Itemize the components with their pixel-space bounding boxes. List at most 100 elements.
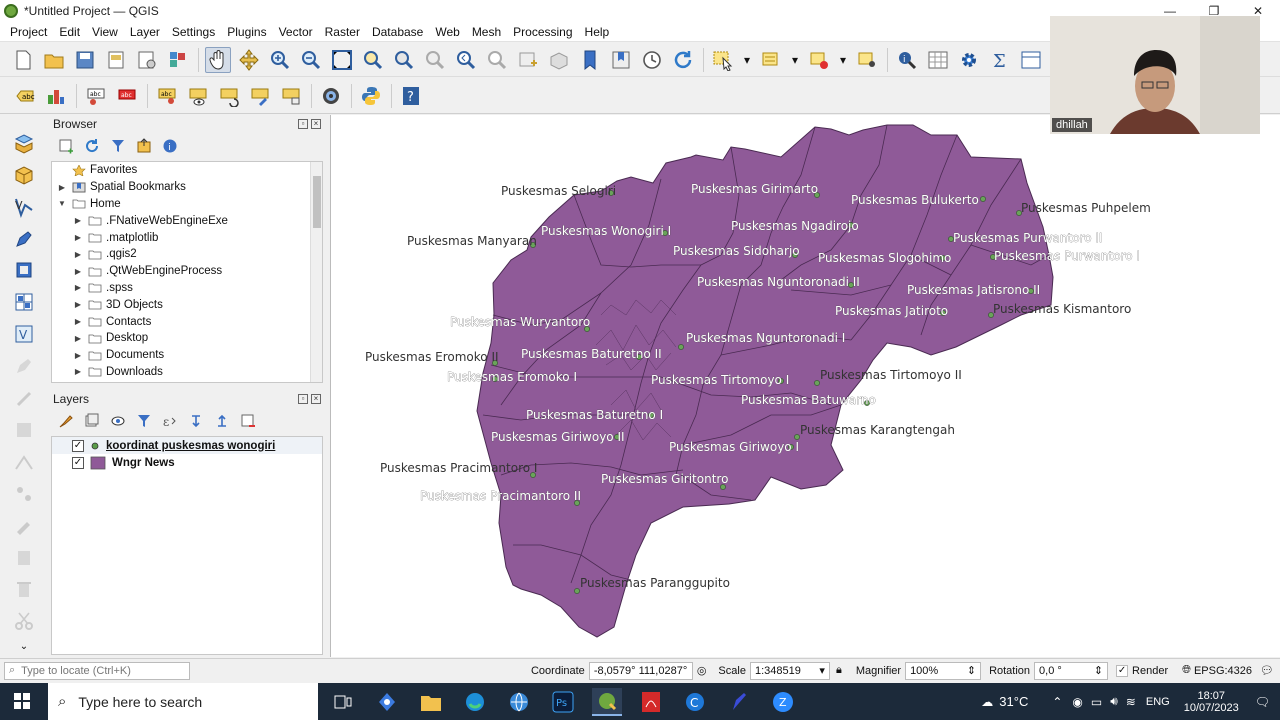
disabled-edit-icon[interactable] [11, 353, 37, 379]
puskesmas-point[interactable] [574, 588, 580, 594]
menu-vector[interactable]: Vector [273, 25, 319, 39]
layer-item-koordinat[interactable]: ✓ koordinat puskesmas wonogiri [52, 437, 322, 454]
pan-to-selection-icon[interactable] [236, 47, 262, 73]
taskbar-search-box[interactable]: ⌕ Type here to search [48, 683, 318, 720]
zoom-to-layer-icon[interactable] [391, 47, 417, 73]
measure-table-icon[interactable] [1018, 47, 1044, 73]
menu-raster[interactable]: Raster [319, 25, 366, 39]
battery-icon[interactable]: ▭ [1091, 695, 1102, 709]
identify-features-icon[interactable]: i [894, 47, 920, 73]
close-panel-icon[interactable]: × [311, 394, 321, 404]
new-project-icon[interactable] [10, 47, 36, 73]
disabled-cut-icon[interactable] [11, 608, 37, 634]
toolbox-gear-icon[interactable] [956, 47, 982, 73]
digitize-pencil-icon[interactable] [11, 226, 37, 252]
menu-edit[interactable]: Edit [53, 25, 86, 39]
browser-tree-item[interactable]: ▶ 3D Objects [52, 296, 322, 313]
temporal-controller-icon[interactable] [639, 47, 665, 73]
crs-button[interactable]: EPSG:4326 [1194, 665, 1252, 677]
collapse-layers-icon[interactable] [212, 411, 232, 431]
collapse-arrow-icon[interactable]: ▶ [72, 250, 84, 259]
browser-tree-item[interactable]: Favorites [52, 162, 322, 179]
select-features-icon[interactable] [710, 47, 736, 73]
disabled-points-icon[interactable] [11, 481, 37, 507]
layer-diagram-icon[interactable] [43, 83, 69, 109]
menu-web[interactable]: Web [429, 25, 465, 39]
pan-hand-icon[interactable] [205, 46, 231, 73]
app-blue-diamond-icon[interactable] [372, 688, 402, 716]
add-mesh-icon[interactable] [11, 289, 37, 315]
browser-tree-item[interactable]: ▶ Downloads [52, 364, 322, 381]
chevron-down-icon[interactable]: ⌄ [11, 640, 37, 654]
menu-settings[interactable]: Settings [166, 25, 221, 39]
refresh-icon[interactable] [670, 47, 696, 73]
crs-globe-icon[interactable]: 🌐︎ [1182, 664, 1191, 677]
globe-app-icon[interactable] [504, 688, 534, 716]
browser-scrollbar[interactable] [310, 162, 322, 382]
select-by-value-icon[interactable] [758, 47, 784, 73]
collapse-arrow-icon[interactable]: ▶ [72, 233, 84, 242]
filter-expression-icon[interactable]: ε [160, 411, 180, 431]
collapse-arrow-icon[interactable]: ▶ [72, 317, 84, 326]
zoom-out-icon[interactable] [298, 47, 324, 73]
new-map-view-icon[interactable] [515, 47, 541, 73]
filter-legend-icon[interactable] [134, 411, 154, 431]
show-bookmarks-icon[interactable] [608, 47, 634, 73]
map-svg[interactable]: Puskesmas Selogiri Puskesmas Girimarto Pus… [331, 115, 1280, 657]
menu-processing[interactable]: Processing [507, 25, 578, 39]
menu-mesh[interactable]: Mesh [466, 25, 507, 39]
app-circle-c-icon[interactable]: C [680, 688, 710, 716]
properties-info-icon[interactable]: i [160, 136, 180, 156]
file-explorer-icon[interactable] [416, 688, 446, 716]
show-hide-labels-icon[interactable] [185, 83, 211, 109]
zoom-full-icon[interactable] [329, 47, 355, 73]
help-icon[interactable]: ? [398, 83, 424, 109]
puskesmas-point[interactable] [980, 196, 986, 202]
new-3d-view-icon[interactable] [546, 47, 572, 73]
photoshop-icon[interactable]: Ps [548, 688, 578, 716]
clock[interactable]: 18:07 10/07/2023 [1184, 690, 1239, 714]
menu-layer[interactable]: Layer [124, 25, 166, 39]
zoom-in-icon[interactable] [267, 47, 293, 73]
browser-tree-item[interactable]: ▶ .FNativeWebEngineExe [52, 212, 322, 229]
browser-tree-item[interactable]: ▶ Desktop [52, 330, 322, 347]
menu-database[interactable]: Database [366, 25, 429, 39]
chevron-down-icon[interactable]: ▾ [837, 47, 849, 73]
zoom-next-icon[interactable] [484, 47, 510, 73]
float-panel-icon[interactable]: ▫ [298, 394, 308, 404]
menu-project[interactable]: Project [4, 25, 53, 39]
layout-manager-icon[interactable] [134, 47, 160, 73]
open-project-icon[interactable] [41, 47, 67, 73]
collapse-arrow-icon[interactable]: ▶ [72, 283, 84, 292]
expand-all-icon[interactable] [186, 411, 206, 431]
filter-browser-icon[interactable] [108, 136, 128, 156]
edge-browser-icon[interactable] [460, 688, 490, 716]
coordinate-toggle-icon[interactable]: ◎ [697, 664, 707, 677]
chevron-down-icon[interactable]: ▾ [789, 47, 801, 73]
windows-start-icon[interactable] [14, 693, 30, 709]
pin-labels-icon[interactable]: abc [83, 83, 109, 109]
layer-visibility-checkbox[interactable]: ✓ [72, 439, 84, 452]
close-panel-icon[interactable]: × [311, 119, 321, 129]
add-virtual-layer-icon[interactable]: V [11, 321, 37, 347]
browser-tree-item[interactable]: ▶ .spss [52, 280, 322, 297]
disabled-save-edits-icon[interactable] [11, 417, 37, 443]
puskesmas-point[interactable] [814, 380, 820, 386]
collapse-arrow-icon[interactable]: ▶ [72, 334, 84, 343]
chevron-down-icon[interactable]: ▾ [741, 47, 753, 73]
locator-search-input[interactable]: ⌕ Type to locate (Ctrl+K) [4, 661, 190, 680]
new-print-layout-icon[interactable] [103, 47, 129, 73]
zoom-to-selection-icon[interactable] [360, 47, 386, 73]
menu-help[interactable]: Help [579, 25, 616, 39]
change-label-icon[interactable] [247, 83, 273, 109]
python-console-icon[interactable] [358, 83, 384, 109]
language-indicator[interactable]: ENG [1146, 696, 1170, 708]
deselect-features-icon[interactable] [806, 47, 832, 73]
render-checkbox[interactable]: ✓ [1116, 664, 1129, 677]
save-project-icon[interactable] [72, 47, 98, 73]
manage-map-themes-icon[interactable] [108, 411, 128, 431]
zoom-app-icon[interactable]: Z [768, 688, 798, 716]
collapse-arrow-icon[interactable]: ▶ [72, 267, 84, 276]
rotation-spinbox[interactable]: 0,0 ° ⇕ [1034, 661, 1109, 680]
scale-combobox[interactable]: 1:348519 ▾ [749, 661, 830, 680]
